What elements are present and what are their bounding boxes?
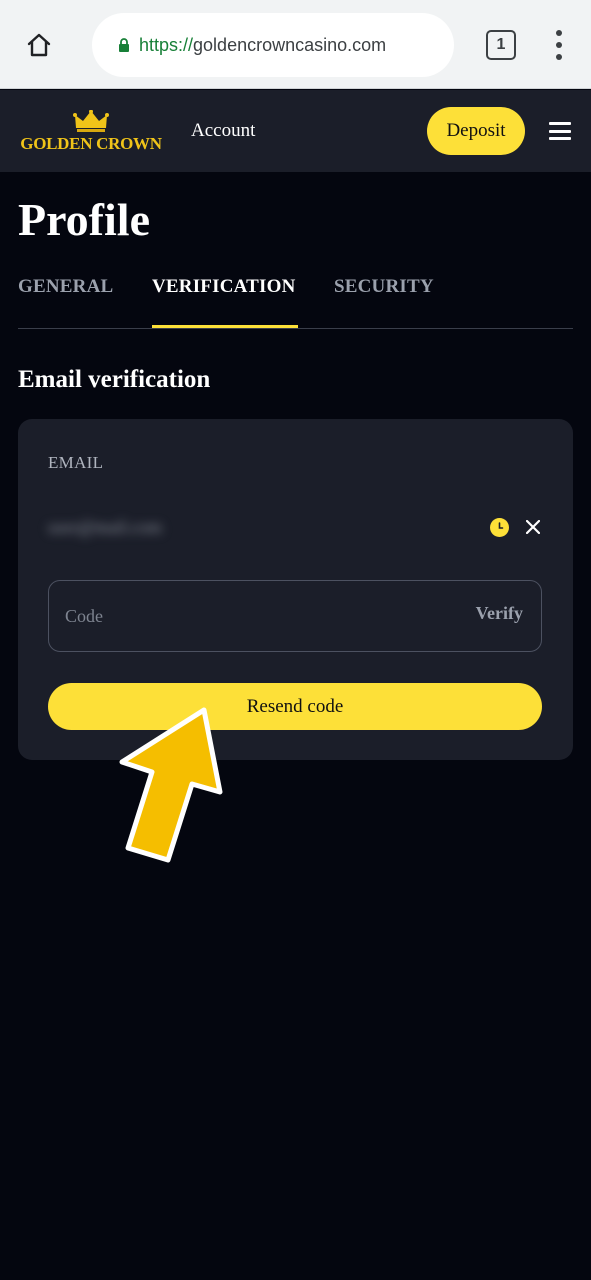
- crown-icon: [73, 110, 109, 132]
- clock-icon: [490, 518, 509, 537]
- address-bar[interactable]: https:// goldencrowncasino.com: [92, 13, 454, 77]
- tab-security[interactable]: SECURITY: [334, 276, 434, 328]
- section-title: Email verification: [18, 366, 211, 393]
- browser-toolbar: https:// goldencrowncasino.com 1: [0, 0, 591, 89]
- lock-icon: [118, 38, 130, 52]
- email-value: user@mail.com: [48, 517, 163, 537]
- site-header: GOLDEN CROWN Account Deposit: [0, 90, 591, 172]
- page-title: Profile: [18, 194, 150, 245]
- verify-button[interactable]: Verify: [476, 603, 523, 624]
- code-input[interactable]: [65, 599, 445, 633]
- active-tab-indicator: [152, 325, 298, 328]
- tab-verification[interactable]: VERIFICATION: [152, 276, 296, 328]
- profile-tabs: GENERAL VERIFICATION SECURITY: [18, 270, 573, 329]
- more-vert-icon[interactable]: [548, 30, 570, 60]
- email-verification-card: EMAIL user@mail.com Verify Resend code: [18, 419, 573, 760]
- hamburger-icon[interactable]: [549, 122, 571, 140]
- logo-text: GOLDEN CROWN: [20, 134, 162, 153]
- arrow-pointer-icon: [119, 707, 223, 863]
- deposit-button[interactable]: Deposit: [427, 107, 525, 155]
- url-scheme: https://: [139, 34, 194, 55]
- close-icon[interactable]: [525, 518, 541, 536]
- home-button[interactable]: [22, 28, 56, 62]
- url-host: goldencrowncasino.com: [193, 34, 387, 55]
- home-icon: [27, 33, 51, 57]
- logo[interactable]: GOLDEN CROWN: [20, 110, 162, 154]
- code-field: Verify: [48, 580, 542, 652]
- tabs-icon[interactable]: 1: [486, 30, 516, 60]
- email-label: EMAIL: [48, 453, 104, 472]
- nav-account-link[interactable]: Account: [191, 120, 255, 142]
- tab-general[interactable]: GENERAL: [18, 276, 113, 328]
